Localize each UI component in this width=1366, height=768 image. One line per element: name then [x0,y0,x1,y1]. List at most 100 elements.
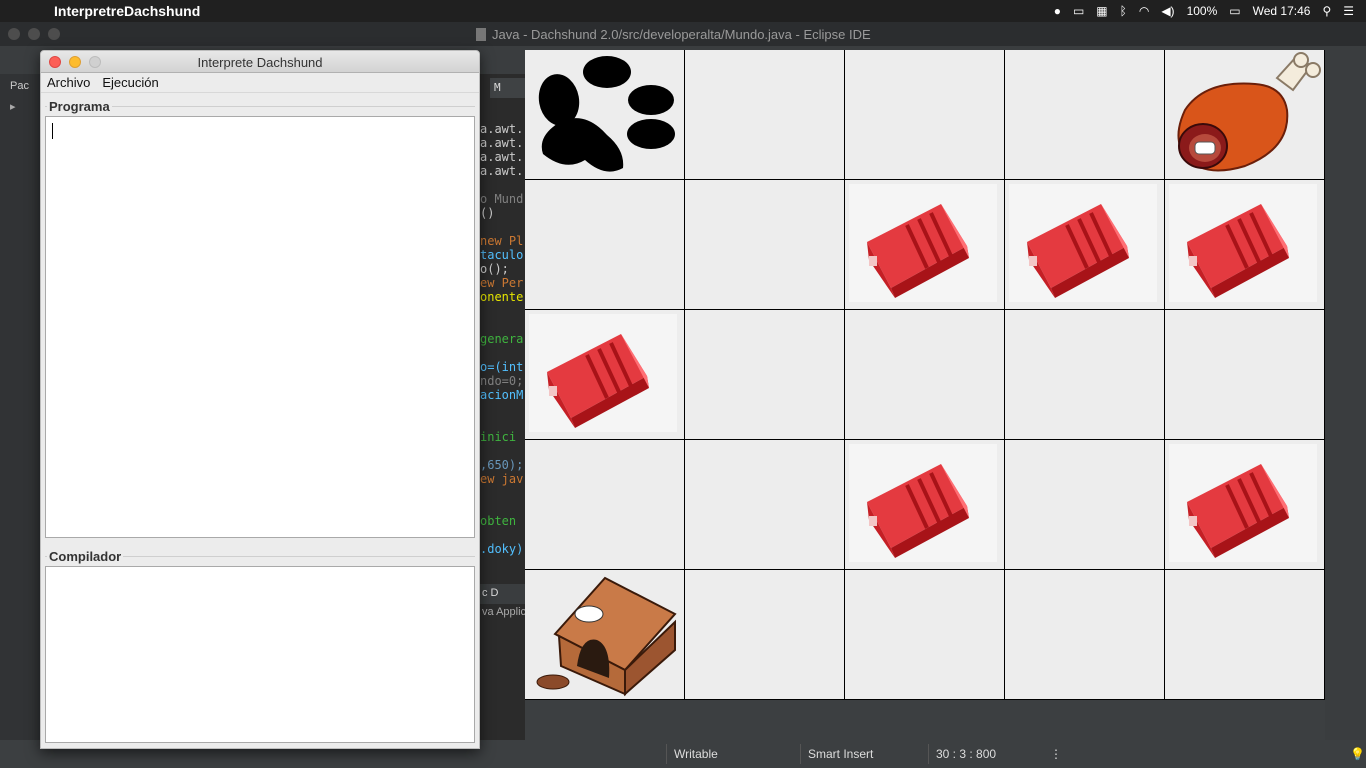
code-line: genera [480,332,524,346]
grid-cell [845,570,1005,700]
editor-tab-mundo[interactable]: M [490,78,525,98]
interpreter-menubar: Archivo Ejecución [41,73,479,93]
user-icon[interactable]: ● [1054,4,1061,18]
code-line: onente [480,290,524,304]
eclipse-zoom-button[interactable] [48,28,60,40]
grid-cell [845,310,1005,440]
console-tabs[interactable]: c D [480,584,525,604]
barrier-icon [1005,180,1165,313]
barrier-icon [845,440,1005,573]
code-line: a.awt. [480,136,524,150]
code-line: o=(int [480,360,524,374]
world-grid [525,50,1325,700]
compiler-output-area[interactable] [45,566,475,743]
grid-cell [685,570,845,700]
grid-cell [525,440,685,570]
app-name-menu[interactable]: InterpretreDachshund [54,3,200,19]
code-line: inici [480,430,517,444]
code-line: new Pl [480,234,524,248]
grid-cell [1005,440,1165,570]
program-group: Programa [45,99,475,539]
more-options-icon[interactable]: ⋮ [1050,747,1062,761]
menu-ejecucion[interactable]: Ejecución [96,73,164,92]
grid-cell [845,50,1005,180]
doghouse-icon [525,570,685,703]
barrier-icon [1165,440,1325,573]
grid-cell [1005,180,1165,310]
code-line: taculo [480,248,524,262]
package-explorer-tab[interactable]: Pac [10,80,29,92]
interpreter-titlebar: Interprete Dachshund [41,51,479,73]
code-line: ew Per [480,276,524,290]
wifi-icon[interactable]: ◠ [1139,4,1149,18]
bluetooth-icon[interactable]: ᛒ [1120,4,1127,18]
meat-bone-icon [1165,50,1325,183]
grid-cell [525,570,685,700]
grid-cell [685,50,845,180]
code-line: obten [480,514,517,528]
code-line: a.awt. [480,164,524,178]
grid-cell [1165,440,1325,570]
menu-archivo[interactable]: Archivo [41,73,96,92]
code-line: o Mund [480,192,524,206]
grid-cell [1165,310,1325,440]
cursor-position-status: 30 : 3 : 800 [936,747,997,761]
eclipse-minimize-button[interactable] [28,28,40,40]
project-tree-item[interactable]: ▸ [10,100,16,113]
code-line: ,650); [480,458,524,472]
eclipse-window-title: Java - Dachshund 2.0/src/developeralta/M… [476,27,871,42]
grid-cell [685,180,845,310]
eclipse-window-controls [8,28,60,40]
status-separator [928,744,929,764]
status-area: ● ▭ ▦ ᛒ ◠ ◀) 100% ▭ Wed 17:46 ⚲ ☰ [1054,0,1366,22]
console-subtitle: va Applic [482,606,527,618]
file-icon [476,28,486,41]
code-editor[interactable]: M a.awt. a.awt. a.awt. a.awt. o Mund() new Pl… [480,74,525,584]
code-line: ew jav [480,472,524,486]
grid-cell [845,440,1005,570]
calendar-icon[interactable]: ▦ [1096,4,1107,18]
clock[interactable]: Wed 17:46 [1253,4,1311,18]
grid-cell [685,440,845,570]
grid-cell [525,180,685,310]
status-separator [800,744,801,764]
package-explorer-view: Pac ▸ [0,74,40,740]
world-grid-window [525,50,1325,700]
grid-cell [525,310,685,440]
program-textarea[interactable] [45,116,475,538]
eclipse-titlebar: Java - Dachshund 2.0/src/developeralta/M… [0,22,1366,46]
code-line: o(); [480,262,509,276]
code-line: a.awt. [480,122,524,136]
compiler-label: Compilador [47,549,124,564]
interpreter-window: Interprete Dachshund Archivo Ejecución P… [40,50,480,749]
code-line: a.awt. [480,150,524,164]
paw-print-icon [525,50,685,183]
insert-mode-status: Smart Insert [808,747,874,761]
grid-cell [1005,310,1165,440]
right-trim-bar [1325,46,1366,740]
grid-cell [845,180,1005,310]
interpreter-title: Interprete Dachshund [197,55,323,70]
grid-cell [1165,180,1325,310]
status-separator [666,744,667,764]
tip-lightbulb-icon[interactable]: 💡 [1350,747,1365,761]
code-line: ndo=0; [480,374,524,388]
battery-icon[interactable]: ▭ [1229,4,1240,18]
display-icon[interactable]: ▭ [1073,4,1084,18]
volume-icon[interactable]: ◀) [1161,4,1174,18]
grid-cell [685,310,845,440]
macos-menubar: InterpretreDachshund ● ▭ ▦ ᛒ ◠ ◀) 100% ▭… [0,0,1366,22]
battery-percent[interactable]: 100% [1187,4,1218,18]
console-view: c D va Applic [480,584,527,740]
editor-tab-label: M [494,81,501,94]
eclipse-close-button[interactable] [8,28,20,40]
barrier-icon [845,180,1005,313]
compiler-group: Compilador [45,549,475,746]
grid-cell [1165,50,1325,180]
notification-center-icon[interactable]: ☰ [1343,4,1354,18]
writable-status: Writable [674,747,718,761]
code-line: acionM [480,388,524,402]
spotlight-search-icon[interactable]: ⚲ [1322,4,1331,18]
code-line: .doky) [480,542,524,556]
grid-cell [525,50,685,180]
